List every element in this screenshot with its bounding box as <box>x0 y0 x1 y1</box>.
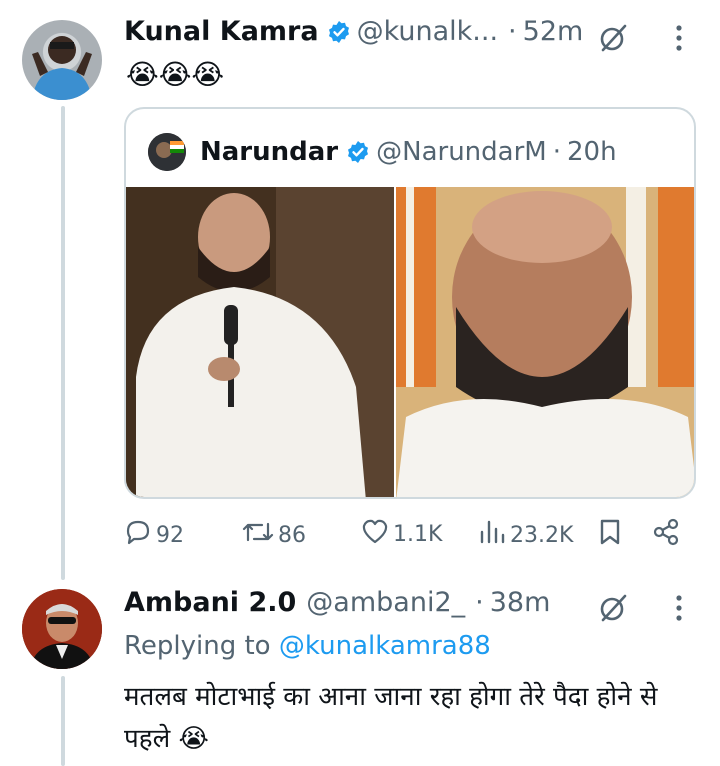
tweet-header: Kunal Kamra @kunalk... · 52m <box>124 16 583 47</box>
grok-icon[interactable] <box>597 22 629 58</box>
verified-badge-icon <box>327 20 351 44</box>
like-button[interactable]: 1.1K <box>361 518 442 550</box>
views-count: 23.2K <box>510 522 574 548</box>
thread-line <box>61 106 65 580</box>
separator: · <box>475 587 484 618</box>
quote-author-name: Narundar <box>200 137 339 167</box>
more-icon[interactable] <box>673 594 685 626</box>
replying-to: Replying to @kunalkamra88 <box>124 631 491 661</box>
views-icon <box>478 518 510 552</box>
quote-image-left[interactable] <box>126 187 394 497</box>
like-count: 1.1K <box>393 521 443 547</box>
verified-badge-icon <box>346 140 370 164</box>
quote-image-right[interactable] <box>396 187 694 497</box>
reply-header: Ambani 2.0 @ambani2_ · 38m <box>124 587 550 618</box>
reply-button[interactable]: 92 <box>124 518 184 552</box>
retweet-count: 86 <box>278 522 306 548</box>
author-name[interactable]: Ambani 2.0 <box>124 587 296 618</box>
reply-text: मतलब मोटाभाई का आना जाना रहा होगा तेरे प… <box>124 682 658 754</box>
author-handle[interactable]: @kunalk... <box>357 16 498 47</box>
timestamp[interactable]: 52m <box>523 16 584 47</box>
author-name[interactable]: Kunal Kamra <box>124 16 319 47</box>
share-icon <box>652 518 684 552</box>
reply-count: 92 <box>156 522 184 548</box>
quote-author-handle: @NarundarM <box>376 137 547 167</box>
replying-prefix: Replying to <box>124 631 271 661</box>
reply-icon <box>124 518 156 552</box>
like-icon <box>361 518 393 550</box>
quote-header: Narundar @NarundarM · 20h <box>148 133 617 171</box>
quote-avatar <box>148 133 186 171</box>
more-icon[interactable] <box>673 24 685 56</box>
share-button[interactable] <box>652 518 684 552</box>
replying-to-link[interactable]: @kunalkamra88 <box>279 631 491 661</box>
bookmark-button[interactable] <box>598 518 626 552</box>
quote-tweet-card[interactable]: Narundar @NarundarM · 20h <box>124 107 696 499</box>
tweet-text: 😭😭😭 <box>126 58 225 91</box>
thread-line <box>61 676 65 766</box>
retweet-button[interactable]: 86 <box>242 518 306 552</box>
bookmark-icon <box>598 518 626 552</box>
avatar[interactable] <box>22 20 102 100</box>
timestamp[interactable]: 38m <box>490 587 551 618</box>
separator: · <box>552 137 561 167</box>
retweet-icon <box>242 518 278 552</box>
separator: · <box>508 16 517 47</box>
avatar[interactable] <box>22 589 102 669</box>
author-handle[interactable]: @ambani2_ <box>306 587 465 618</box>
tweet-actions: 92 86 1.1K 23.2K <box>124 518 684 558</box>
grok-icon[interactable] <box>597 592 629 628</box>
quote-timestamp: 20h <box>566 137 617 167</box>
views-button[interactable]: 23.2K <box>478 518 573 552</box>
